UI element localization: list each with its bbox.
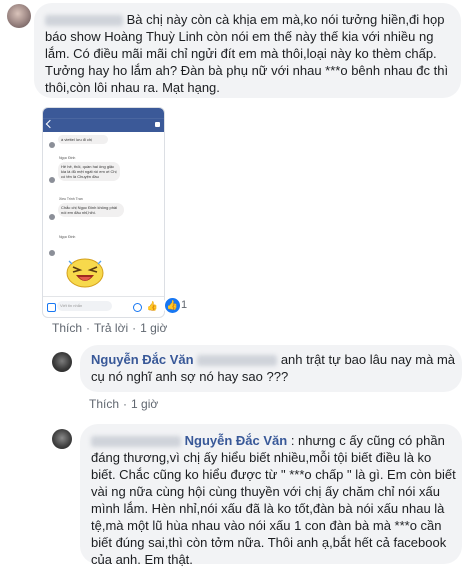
comment-bubble: Nguyễn Đắc Văn anh trật tự bao lâu nay m… [80, 345, 462, 392]
like-icon: 👍 [146, 301, 158, 311]
laughing-sticker-icon [66, 258, 104, 288]
comment-author[interactable]: Nguyễn Đắc Văn [185, 433, 288, 448]
chat-sender: Xieu Trinh Tran [59, 197, 83, 201]
reaction-count[interactable]: 1 [181, 299, 187, 311]
avatar[interactable] [52, 429, 72, 449]
comment-time[interactable]: 1 giờ [140, 321, 167, 335]
chat-message-input: Viết tin nhắn [57, 301, 112, 311]
info-icon [155, 122, 160, 127]
like-reaction-icon[interactable]: 👍 [163, 296, 182, 315]
attached-screenshot[interactable]: à viettel lưu đi chị Ngọc Đinh Hê hê, th… [42, 107, 165, 318]
comment-actions: Thích · 1 giờ [89, 397, 159, 411]
chat-message: Chắc chị Ngọc Đinh không phải nói em đâu… [58, 203, 124, 217]
chat-header [43, 118, 164, 132]
comment-bubble: Nguyễn Đắc Văn : nhưng c ấy cũng có phần… [80, 424, 462, 567]
avatar [49, 250, 55, 256]
reply-button[interactable]: Trả lời [94, 321, 128, 335]
status-bar [43, 108, 164, 118]
chat-sender: Ngọc Đinh [59, 156, 76, 160]
back-icon [45, 119, 55, 129]
avatar [49, 177, 55, 183]
avatar [49, 214, 55, 220]
chat-message: Hê hê, thôi, quần hai ông giặc kia là đủ… [58, 162, 120, 181]
avatar [49, 142, 55, 148]
like-button[interactable]: Thích [89, 397, 119, 411]
camera-icon [47, 303, 56, 312]
chat-sender: Ngọc Đinh [59, 235, 76, 239]
commenter-name[interactable] [91, 436, 181, 448]
avatar[interactable] [7, 4, 31, 28]
chat-input-bar: Viết tin nhắn 👍 [43, 296, 164, 317]
comment-author[interactable]: Nguyễn Đắc Văn [91, 352, 194, 367]
comment-text: : nhưng c ấy cũng có phần đáng thương,vì… [91, 433, 456, 567]
like-button[interactable]: Thích [52, 321, 82, 335]
tagged-name[interactable] [197, 355, 278, 367]
commenter-name[interactable] [45, 15, 123, 27]
avatar[interactable] [52, 352, 72, 372]
chat-body: à viettel lưu đi chị Ngọc Đinh Hê hê, th… [43, 132, 164, 297]
chat-message: à viettel lưu đi chị [58, 135, 108, 144]
comment-actions: Thích · Trả lời · 1 giờ [52, 321, 168, 335]
comment-bubble: Bà chị này còn cà khịa em mà,ko nói tưởn… [34, 3, 461, 98]
comment-time[interactable]: 1 giờ [131, 397, 158, 411]
emoji-icon [133, 303, 142, 312]
